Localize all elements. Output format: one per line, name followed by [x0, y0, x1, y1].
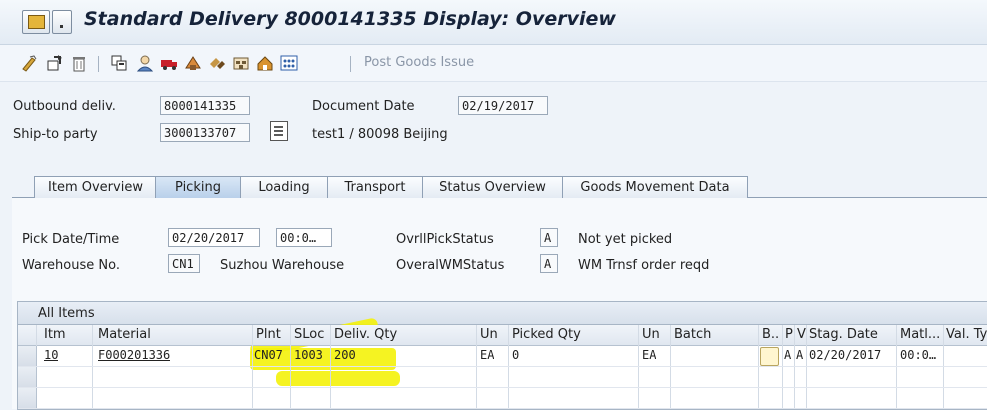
- transaction-icon[interactable]: [22, 10, 50, 34]
- ship-to-party-field[interactable]: 3000133707: [160, 123, 250, 142]
- overall-wm-status-label: OveralWMStatus: [396, 258, 505, 273]
- warehouse-icon[interactable]: [232, 54, 250, 72]
- pick-date-label: Pick Date/Time: [22, 232, 120, 247]
- plant-value[interactable]: CN07: [254, 348, 283, 362]
- column-header-stag-date[interactable]: Stag. Date: [809, 327, 878, 342]
- table-row[interactable]: [18, 388, 987, 409]
- tab-item-overview[interactable]: Item Overview: [34, 176, 157, 198]
- item-number[interactable]: 10: [44, 348, 58, 362]
- column-header-material[interactable]: Material: [98, 327, 151, 342]
- tab-picking[interactable]: Picking: [155, 176, 241, 198]
- tab-transport[interactable]: Transport: [327, 176, 423, 198]
- document-date-field[interactable]: 02/19/2017: [458, 96, 548, 115]
- column-header-itm[interactable]: Itm: [44, 327, 66, 342]
- delete-icon[interactable]: [70, 54, 88, 72]
- document-date-label: Document Date: [312, 99, 415, 114]
- loading-icon[interactable]: [184, 54, 202, 72]
- column-header-sloc[interactable]: SLoc: [294, 327, 324, 342]
- column-header-v[interactable]: V: [797, 327, 806, 342]
- warehouse-no-field[interactable]: CN1: [168, 254, 200, 273]
- overall-wm-status-field[interactable]: A: [540, 254, 558, 273]
- p-status-value: A: [784, 348, 792, 362]
- transport-icon[interactable]: [256, 54, 274, 72]
- tab-loading[interactable]: Loading: [240, 176, 328, 198]
- material-avail-value[interactable]: 00:0…: [900, 348, 942, 362]
- unit-value-2[interactable]: EA: [642, 348, 656, 362]
- application-toolbar: Post Goods Issue: [0, 45, 987, 82]
- post-goods-issue-button[interactable]: Post Goods Issue: [364, 55, 474, 70]
- row-selector[interactable]: [18, 388, 37, 408]
- column-header-b[interactable]: B..: [762, 327, 779, 342]
- tab-status-overview[interactable]: Status Overview: [422, 176, 563, 198]
- column-header-un[interactable]: Un: [480, 327, 498, 342]
- shipment-icon[interactable]: [160, 54, 178, 72]
- column-header-p[interactable]: P: [785, 327, 793, 342]
- column-header-un-2[interactable]: Un: [642, 327, 660, 342]
- column-header-val-ty[interactable]: Val. Ty: [946, 327, 987, 342]
- overall-wm-status-text: WM Trnsf order reqd: [578, 258, 710, 273]
- v-status-value: A: [796, 348, 804, 362]
- title-bar: Standard Delivery 8000141335 Display: Ov…: [0, 0, 987, 45]
- table-title-bar: All Items: [18, 302, 987, 325]
- material-number[interactable]: F000201336: [98, 348, 170, 362]
- column-header-picked-qty[interactable]: Picked Qty: [512, 327, 581, 342]
- toolbar-separator: [350, 56, 351, 72]
- header-details-icon[interactable]: [110, 54, 128, 72]
- picking-icon[interactable]: [208, 54, 226, 72]
- table-row[interactable]: [18, 367, 987, 388]
- batch-split-checkbox[interactable]: [760, 347, 779, 366]
- warehouse-no-label: Warehouse No.: [22, 258, 120, 273]
- ship-to-party-label: Ship-to party: [13, 127, 98, 142]
- row-selector[interactable]: [18, 346, 37, 366]
- table-row[interactable]: 10 F000201336 CN07 1003 200 EA 0 EA A A …: [18, 346, 987, 367]
- tab-goods-movement-data[interactable]: Goods Movement Data: [562, 176, 748, 198]
- overall-pick-status-label: OvrllPickStatus: [396, 232, 494, 247]
- table-title: All Items: [38, 306, 95, 321]
- storage-location-value[interactable]: 1003: [294, 348, 323, 362]
- system-menu-button[interactable]: [52, 10, 72, 34]
- row-selector[interactable]: [18, 367, 37, 387]
- ship-to-address-text: test1 / 80098 Beijing: [312, 127, 448, 142]
- window-title: Standard Delivery 8000141335 Display: Ov…: [84, 8, 616, 30]
- column-header-plnt[interactable]: Plnt: [256, 327, 281, 342]
- toolbar-separator: [98, 56, 99, 72]
- staging-date-value[interactable]: 02/20/2017: [809, 348, 881, 362]
- overall-pick-status-field[interactable]: A: [540, 228, 558, 247]
- outbound-delivery-label: Outbound deliv.: [13, 99, 116, 114]
- ship-to-address-icon[interactable]: [270, 121, 288, 141]
- unit-value[interactable]: EA: [480, 348, 494, 362]
- document-flow-icon[interactable]: [280, 54, 298, 72]
- warehouse-name-text: Suzhou Warehouse: [220, 258, 345, 273]
- display-change-icon[interactable]: [20, 54, 38, 72]
- table-header-row: Itm Material Plnt SLoc Deliv. Qty Un Pic…: [18, 325, 987, 346]
- other-delivery-icon[interactable]: [46, 54, 64, 72]
- pick-time-field[interactable]: 00:0…: [276, 228, 332, 247]
- overall-pick-status-text: Not yet picked: [578, 232, 673, 247]
- picked-quantity-value[interactable]: 0: [512, 348, 519, 362]
- pick-date-field[interactable]: 02/20/2017: [168, 228, 260, 247]
- column-header-matl[interactable]: Matl...: [900, 327, 942, 342]
- outbound-delivery-field[interactable]: 8000141335: [160, 96, 250, 115]
- column-header-batch[interactable]: Batch: [674, 327, 711, 342]
- column-header-deliv-qty[interactable]: Deliv. Qty: [334, 327, 397, 342]
- delivery-quantity-value[interactable]: 200: [334, 348, 356, 362]
- partner-icon[interactable]: [136, 54, 154, 72]
- all-items-table: All Items Itm Material Plnt SLoc Deliv. …: [17, 301, 987, 410]
